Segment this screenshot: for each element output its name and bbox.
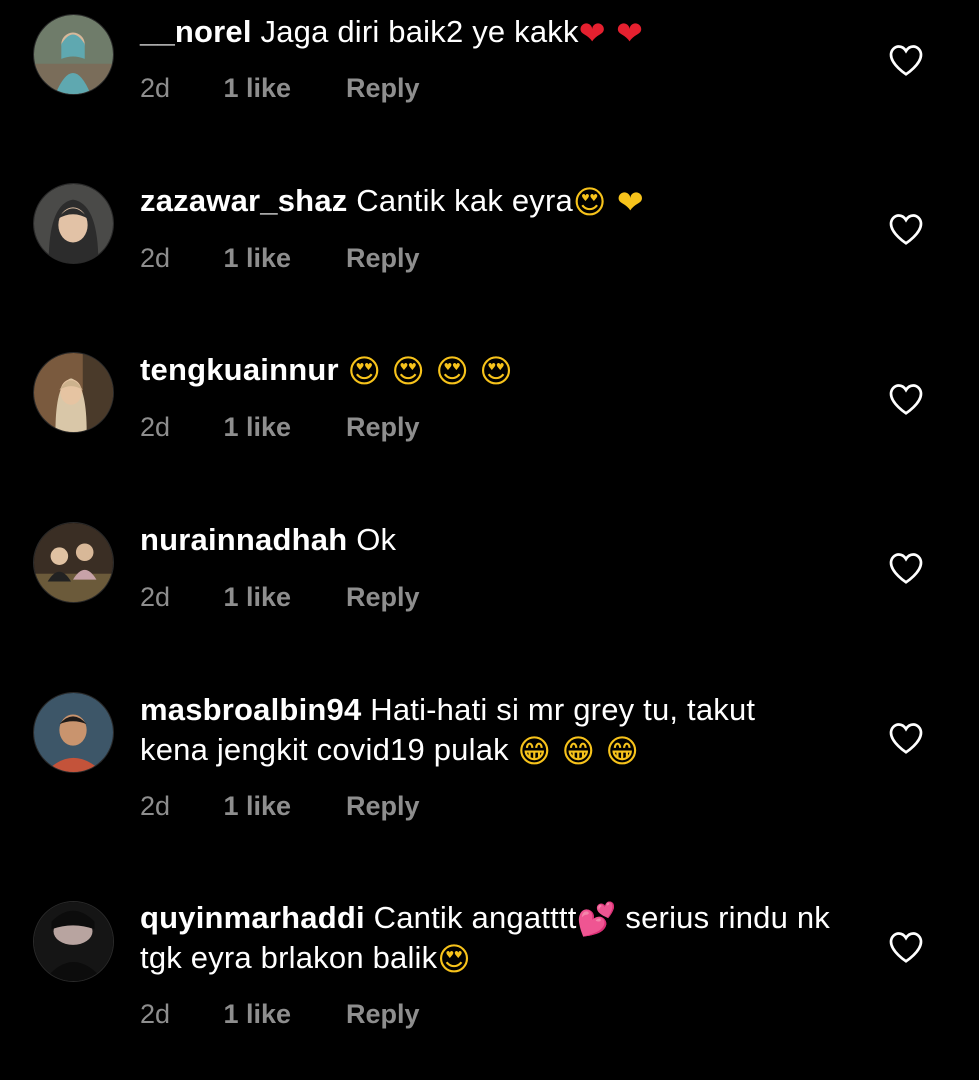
- avatar[interactable]: [33, 14, 114, 95]
- timestamp: 2d: [140, 73, 171, 103]
- comment-body: Cantik kak eyra: [356, 183, 573, 218]
- username[interactable]: quyinmarhaddi: [140, 900, 365, 935]
- reply-button[interactable]: Reply: [346, 411, 420, 443]
- avatar[interactable]: [33, 522, 114, 603]
- comment-meta: 2d 1 like Reply: [140, 72, 420, 104]
- reply-button[interactable]: Reply: [346, 72, 420, 104]
- likes-count[interactable]: 1 like: [224, 72, 339, 104]
- two-hearts-emoji: 💕: [576, 900, 617, 938]
- likes-count[interactable]: 1 like: [224, 998, 339, 1030]
- timestamp: 2d: [140, 999, 171, 1029]
- heart-outline-icon[interactable]: [888, 212, 924, 246]
- comment-body: Ok: [356, 522, 397, 557]
- avatar[interactable]: [33, 901, 114, 982]
- reply-button[interactable]: Reply: [346, 790, 420, 822]
- reply-button[interactable]: Reply: [346, 242, 420, 274]
- username[interactable]: zazawar_shaz: [140, 183, 347, 218]
- comment-text: nurainnadhah Ok: [140, 520, 830, 560]
- avatar[interactable]: [33, 692, 114, 773]
- comment-body: Cantik angatttt: [373, 900, 577, 935]
- comment-body: Jaga diri baik2 ye kakk: [260, 14, 579, 49]
- username[interactable]: nurainnadhah: [140, 522, 347, 557]
- avatar[interactable]: [33, 352, 114, 433]
- username[interactable]: tengkuainnur: [140, 352, 339, 387]
- comment-meta: 2d 1 like Reply: [140, 998, 420, 1030]
- heart-outline-icon[interactable]: [888, 382, 924, 416]
- likes-count[interactable]: 1 like: [224, 581, 339, 613]
- comment-text: quyinmarhaddi Cantik angatttt💕 serius ri…: [140, 898, 830, 978]
- timestamp: 2d: [140, 791, 171, 821]
- likes-count[interactable]: 1 like: [224, 242, 339, 274]
- comment-meta: 2d 1 like Reply: [140, 790, 420, 822]
- timestamp: 2d: [140, 582, 171, 612]
- likes-count[interactable]: 1 like: [224, 411, 339, 443]
- reply-button[interactable]: Reply: [346, 998, 420, 1030]
- comment-meta: 2d 1 like Reply: [140, 581, 420, 613]
- heart-eyes-emoji: 😍: [437, 940, 471, 978]
- grinning-emoji: 😁 😁 😁: [517, 732, 640, 770]
- heart-eyes-emoji: 😍 ❤: [572, 183, 644, 221]
- heart-eyes-emoji: 😍 😍 😍 😍: [347, 352, 513, 390]
- heart-outline-icon[interactable]: [888, 551, 924, 585]
- comment-text: zazawar_shaz Cantik kak eyra😍 ❤: [140, 181, 830, 221]
- comment-text: masbroalbin94 Hati-hati si mr grey tu, t…: [140, 690, 830, 770]
- timestamp: 2d: [140, 243, 171, 273]
- heart-outline-icon[interactable]: [888, 43, 924, 77]
- username[interactable]: __norel: [140, 14, 252, 49]
- timestamp: 2d: [140, 412, 171, 442]
- heart-outline-icon[interactable]: [888, 721, 924, 755]
- comment-text: tengkuainnur 😍 😍 😍 😍: [140, 350, 830, 390]
- reply-button[interactable]: Reply: [346, 581, 420, 613]
- avatar[interactable]: [33, 183, 114, 264]
- username[interactable]: masbroalbin94: [140, 692, 361, 727]
- heart-outline-icon[interactable]: [888, 930, 924, 964]
- heart-emoji: ❤ ❤: [578, 14, 644, 52]
- comment-text: __norel Jaga diri baik2 ye kakk❤ ❤: [140, 12, 830, 52]
- comment-meta: 2d 1 like Reply: [140, 242, 420, 274]
- comment-meta: 2d 1 like Reply: [140, 411, 420, 443]
- likes-count[interactable]: 1 like: [224, 790, 339, 822]
